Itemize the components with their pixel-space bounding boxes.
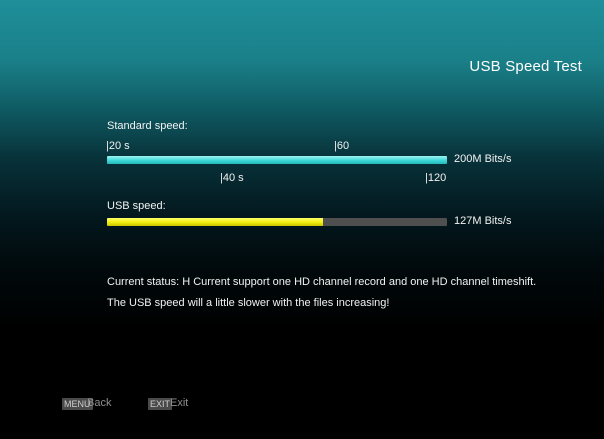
exit-key-icon[interactable]: EXIT xyxy=(148,398,173,410)
speed-test-screen: USB Speed Test Standard speed: |20 s |60… xyxy=(0,0,604,439)
usb-speed-label: USB speed: xyxy=(107,200,166,212)
standard-mark-20s: |20 s xyxy=(106,140,130,152)
back-label[interactable]: Back xyxy=(87,397,111,409)
exit-label[interactable]: Exit xyxy=(170,397,188,409)
standard-speed-value: 200M Bits/s xyxy=(454,153,512,165)
usb-speed-value: 127M Bits/s xyxy=(454,215,512,227)
page-title: USB Speed Test xyxy=(469,58,582,75)
status-line-1: Current status: H Current support one HD… xyxy=(107,276,537,288)
standard-speed-label: Standard speed: xyxy=(107,120,188,132)
standard-speed-fill xyxy=(107,156,447,164)
usb-speed-bar xyxy=(107,218,447,226)
usb-speed-fill xyxy=(107,218,323,226)
standard-mark-60: |60 xyxy=(334,140,350,152)
standard-mark-40s: |40 s xyxy=(220,172,244,184)
status-line-2: The USB speed will a little slower with … xyxy=(107,297,390,309)
standard-mark-120: |120 xyxy=(425,172,447,184)
standard-speed-bar xyxy=(107,156,447,164)
